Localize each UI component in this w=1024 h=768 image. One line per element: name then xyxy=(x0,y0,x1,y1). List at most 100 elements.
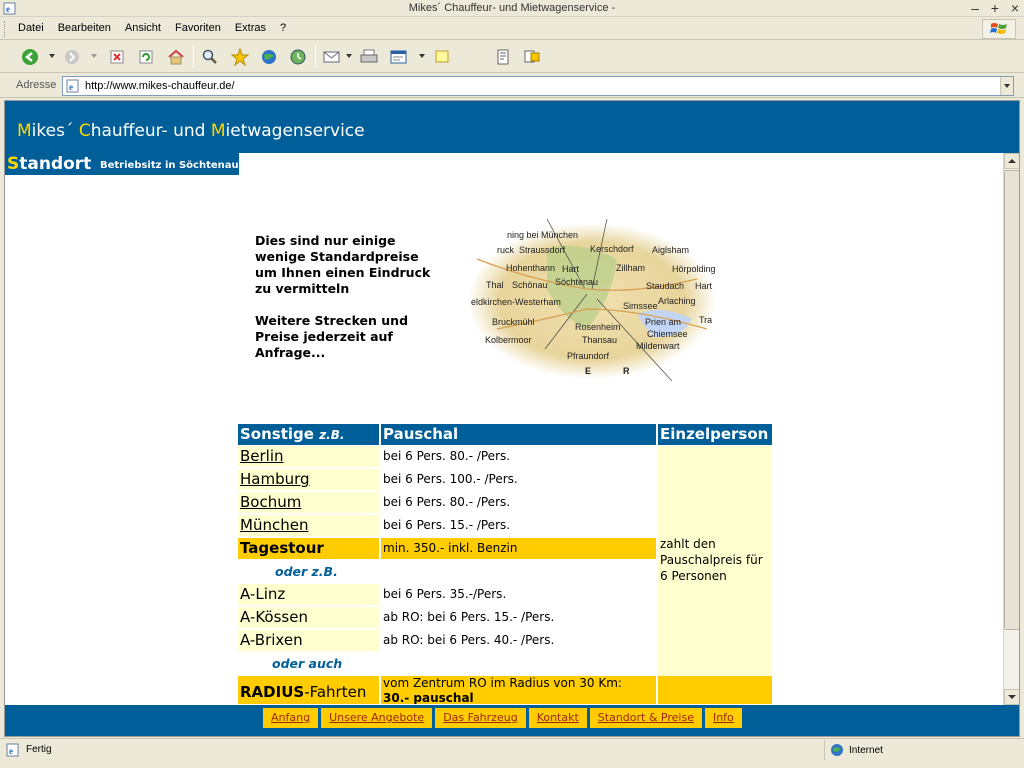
back-icon[interactable] xyxy=(20,47,40,67)
messenger-icon[interactable] xyxy=(522,47,542,67)
arrow-down-icon xyxy=(1008,695,1016,699)
title-text: ietwagenservice xyxy=(225,121,365,141)
region-map: ning bei München Straussdorf Kerschdorf … xyxy=(468,219,716,381)
map-label: E xyxy=(585,366,591,376)
forward-dropdown[interactable] xyxy=(91,54,97,58)
edit-dropdown[interactable] xyxy=(419,54,425,58)
windows-logo-icon xyxy=(982,19,1016,39)
close-button[interactable]: × xyxy=(1010,0,1020,16)
price-cell: ab RO: bei 6 Pers. 40.- /Pers. xyxy=(381,630,656,651)
scroll-down-button[interactable] xyxy=(1004,689,1019,705)
security-zone[interactable]: Internet xyxy=(824,740,1022,760)
nav-link-angebote[interactable]: Unsere Angebote xyxy=(321,708,433,728)
map-label: R xyxy=(623,366,630,376)
city-link-berlin[interactable]: Berlin xyxy=(238,446,379,467)
address-input[interactable]: e http://www.mikes-chauffeur.de/ xyxy=(62,76,1014,96)
back-dropdown[interactable] xyxy=(49,54,55,58)
city-link-bochum[interactable]: Bochum xyxy=(238,492,379,513)
city-link-hamburg[interactable]: Hamburg xyxy=(238,469,379,490)
map-label: Kolbermoor xyxy=(485,335,532,345)
menu-bearbeiten[interactable]: Bearbeiten xyxy=(58,22,111,34)
map-label: Staudach xyxy=(646,281,684,291)
radius-label-bold: RADIUS xyxy=(240,683,305,701)
table-header-einzelperson: Einzelperson xyxy=(658,424,772,445)
address-url[interactable]: http://www.mikes-chauffeur.de/ xyxy=(85,80,235,92)
menu-favoriten[interactable]: Favoriten xyxy=(175,22,221,34)
edit-icon[interactable] xyxy=(389,47,409,67)
arrow-up-icon xyxy=(1008,159,1016,163)
nav-link-info[interactable]: Info xyxy=(704,708,742,728)
media-icon[interactable] xyxy=(259,47,279,67)
address-label: Adresse xyxy=(16,79,57,91)
menu-ansicht[interactable]: Ansicht xyxy=(125,22,161,34)
window-title: Mikes´ Chauffeur- und Mietwagenservice - xyxy=(408,2,616,14)
minimize-button[interactable]: – xyxy=(970,0,980,16)
maximize-button[interactable]: + xyxy=(990,0,1000,16)
radius-price: vom Zentrum RO im Radius von 30 Km: 30.- … xyxy=(381,676,656,704)
status-text: Fertig xyxy=(26,744,52,755)
menu-bar: Datei Bearbeiten Ansicht Favoriten Extra… xyxy=(0,18,1024,40)
section-subtitle: Betriebsitz in Söchtenau xyxy=(100,160,239,171)
toolbar-separator xyxy=(193,46,194,68)
city-link-muenchen[interactable]: München xyxy=(238,515,379,536)
nav-link-kontakt[interactable]: Kontakt xyxy=(528,708,587,728)
globe-icon xyxy=(831,744,843,756)
oder-zb-label: oder z.B. xyxy=(275,564,338,579)
home-icon[interactable] xyxy=(166,47,186,67)
refresh-icon[interactable] xyxy=(136,47,156,67)
radius-label: RADIUS-Fahrten xyxy=(238,676,379,704)
price-cell: ab RO: bei 6 Pers. 15.- /Pers. xyxy=(381,607,656,628)
title-bar: e Mikes´ Chauffeur- und Mietwagenservice… xyxy=(0,0,1024,17)
toolbar-grip[interactable] xyxy=(4,21,7,37)
vertical-scrollbar[interactable] xyxy=(1003,153,1019,705)
map-label: Zillham xyxy=(616,263,645,273)
map-label: Hart xyxy=(695,281,713,291)
discuss-icon[interactable] xyxy=(432,47,452,67)
price-cell: bei 6 Pers. 80.- /Pers. xyxy=(381,446,656,467)
scroll-thumb[interactable] xyxy=(1004,170,1019,630)
forward-icon[interactable] xyxy=(62,47,82,67)
section-initial: S xyxy=(7,154,20,174)
nav-link-anfang[interactable]: Anfang xyxy=(263,708,319,728)
map-label: Schönau xyxy=(512,280,548,290)
scroll-up-button[interactable] xyxy=(1004,153,1019,169)
einzelperson-cell: zahlt den Pauschalpreis für 6 Personen xyxy=(658,446,772,676)
standard-toolbar xyxy=(0,41,1024,73)
intro-paragraph: Weitere Strecken und Preise jederzeit au… xyxy=(255,313,409,360)
page-viewport: Mikes´ Chauffeur- und Mietwagenservice S… xyxy=(4,100,1020,737)
map-label: Thansau xyxy=(582,335,617,345)
radius-price-text: vom Zentrum RO im Radius von 30 Km: xyxy=(383,676,622,690)
svg-text:e: e xyxy=(9,746,13,756)
mail-dropdown[interactable] xyxy=(346,54,352,58)
section-heading: Standort Betriebsitz in Söchtenau xyxy=(5,153,239,175)
menu-datei[interactable]: Datei xyxy=(18,22,44,34)
menu-extras[interactable]: Extras xyxy=(235,22,266,34)
print-icon[interactable] xyxy=(359,47,379,67)
map-label: Arlaching xyxy=(658,296,696,306)
title-text: ikes´ xyxy=(31,121,79,141)
research-icon[interactable] xyxy=(493,47,513,67)
page-status-icon: e xyxy=(6,743,19,757)
favorites-icon[interactable] xyxy=(230,47,250,67)
search-icon[interactable] xyxy=(200,47,220,67)
map-label: Pfraundorf xyxy=(567,351,610,361)
map-label: Tra xyxy=(699,315,712,325)
svg-text:e: e xyxy=(69,82,73,92)
history-icon[interactable] xyxy=(288,47,308,67)
nav-link-standort[interactable]: Standort & Preise xyxy=(589,708,702,728)
radius-price-bold: 30.- pauschal xyxy=(383,691,474,704)
status-bar: e Fertig Internet xyxy=(0,738,1024,768)
site-header: Mikes´ Chauffeur- und Mietwagenservice xyxy=(5,101,1019,153)
nav-link-fahrzeug[interactable]: Das Fahrzeug xyxy=(435,708,526,728)
map-label: Chiemsee xyxy=(647,329,688,339)
menu-help[interactable]: ? xyxy=(280,22,286,34)
map-label: eldkirchen-Westerham xyxy=(471,297,561,307)
radius-label-rest: -Fahrten xyxy=(304,683,367,701)
mail-icon[interactable] xyxy=(322,47,342,67)
stop-icon[interactable] xyxy=(107,47,127,67)
title-text: hauffeur- und xyxy=(90,121,211,141)
intro-text: Dies sind nur einige wenige Standardprei… xyxy=(255,233,435,377)
address-dropdown-button[interactable] xyxy=(1000,77,1013,95)
section-title: tandort xyxy=(19,154,92,174)
map-label: Rosenheim xyxy=(575,322,621,332)
